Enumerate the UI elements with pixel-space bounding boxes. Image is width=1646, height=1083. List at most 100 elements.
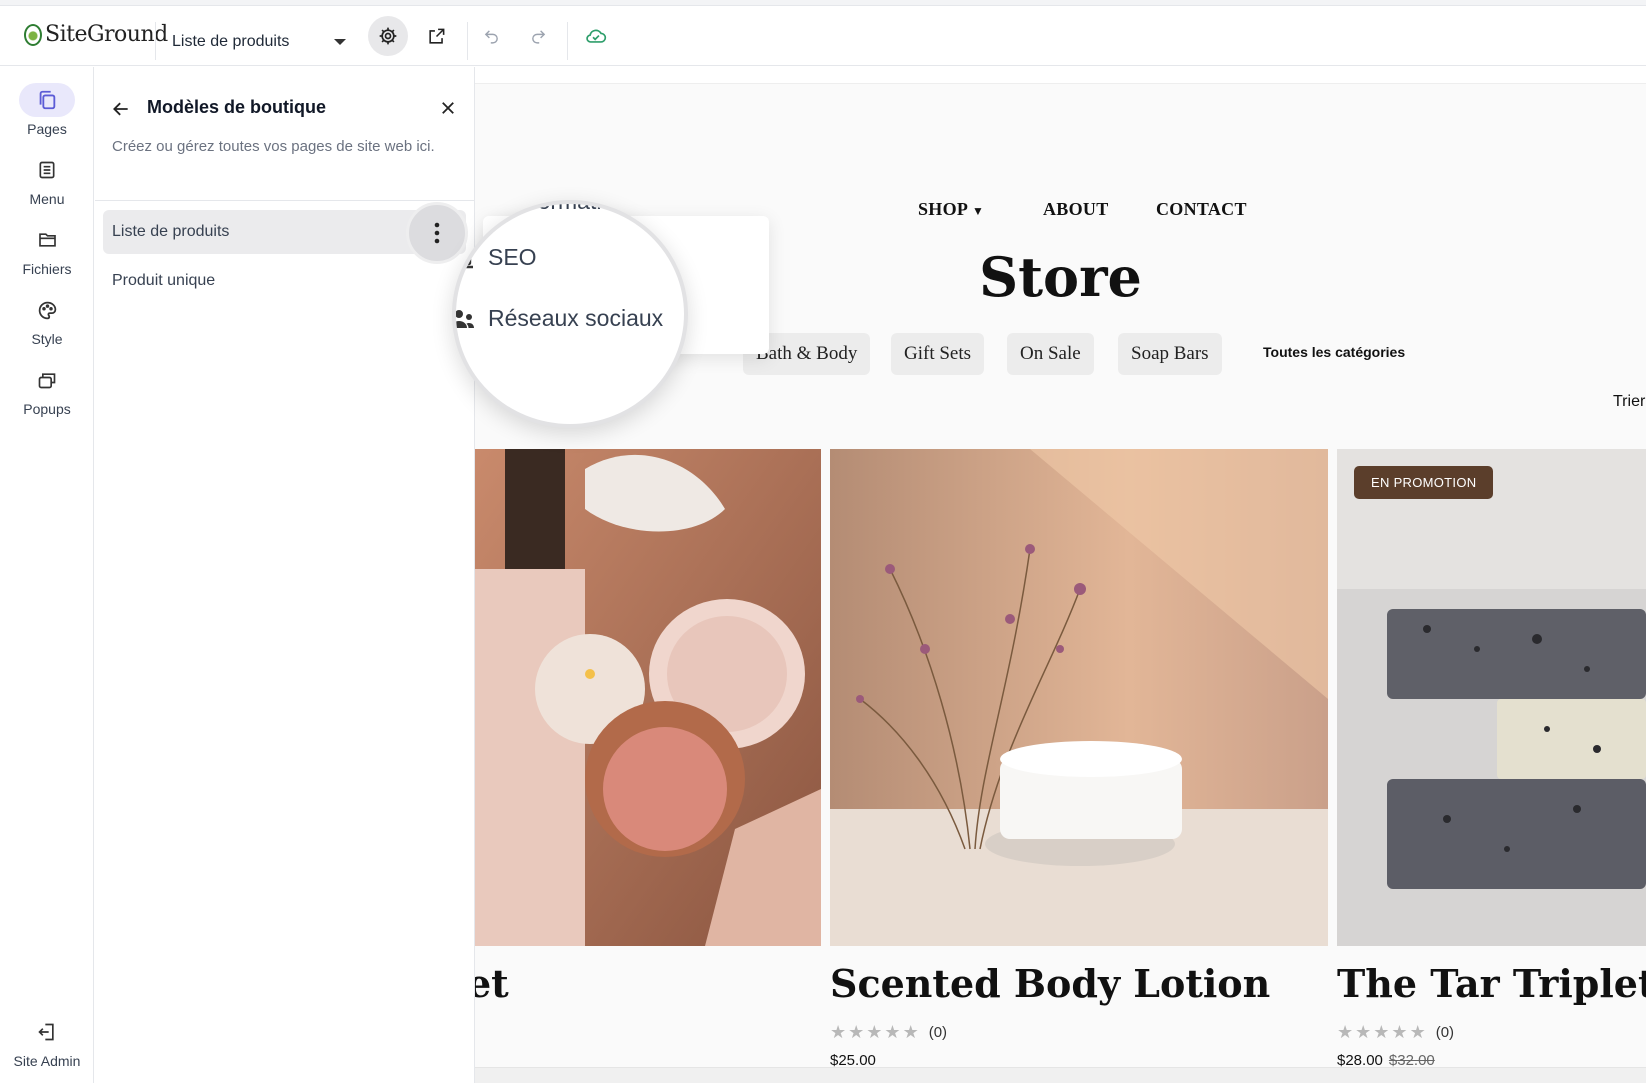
- sale-badge: EN PROMOTION: [1354, 466, 1494, 499]
- cloud-save-status[interactable]: [576, 16, 616, 56]
- open-external-button[interactable]: [416, 16, 456, 56]
- product-image-body-lotion[interactable]: [830, 449, 1328, 946]
- star-icon: ★: [884, 1022, 901, 1042]
- toolbar-divider: [567, 22, 568, 60]
- rail-label-popups: Popups: [23, 401, 71, 417]
- gear-icon: [379, 27, 397, 45]
- chevron-down-icon: [334, 39, 346, 45]
- style-icon-wrap: [19, 293, 75, 327]
- exit-admin-icon: [38, 1023, 54, 1041]
- product-title-body-lotion[interactable]: Scented Body Lotion: [830, 961, 1270, 1006]
- page-selector-dropdown[interactable]: Liste de produits: [172, 26, 350, 58]
- star-icon: ★: [902, 1022, 919, 1042]
- rail-label-menu: Menu: [29, 191, 65, 207]
- rail-label-pages: Pages: [27, 121, 67, 137]
- rating-count: (0): [928, 1024, 948, 1041]
- star-icon: ★: [1337, 1022, 1354, 1042]
- admin-icon-wrap: [19, 1015, 75, 1049]
- undo-icon: [484, 29, 498, 44]
- nav-shop-label: SHOP: [918, 199, 968, 219]
- rail-item-style[interactable]: Style: [0, 293, 94, 347]
- gift-set-photo: [475, 449, 821, 946]
- star-icon: ★: [866, 1022, 883, 1042]
- cloud-check-icon: [586, 29, 607, 43]
- template-row-label: Liste de produits: [112, 223, 230, 240]
- star-icon: ★: [1391, 1022, 1408, 1042]
- preview-top-strip: [475, 67, 1646, 84]
- menu-item-social[interactable]: Réseaux sociaux: [456, 305, 664, 332]
- panel-divider: [95, 200, 475, 201]
- preview-bottom-strip: [475, 1067, 1646, 1083]
- editor-toolbar: SiteGround Liste de produits: [0, 6, 1646, 66]
- rail-label-style: Style: [31, 331, 63, 347]
- menu-item-seo[interactable]: SEO: [456, 244, 537, 271]
- rail-item-site-admin[interactable]: Site Admin: [0, 1015, 94, 1069]
- rating-count: (0): [1435, 1024, 1455, 1041]
- tar-triplet-photo: [1337, 449, 1646, 946]
- popups-icon: [38, 373, 56, 389]
- rail-item-popups[interactable]: Popups: [0, 363, 94, 417]
- body-lotion-photo: [830, 449, 1328, 946]
- kebab-menu-icon: [434, 222, 440, 244]
- redo-button[interactable]: [518, 16, 558, 56]
- rating-stars-tar-triplet: ★ ★ ★ ★ ★ (0): [1337, 1022, 1454, 1043]
- panel-header: Modèles de boutique: [95, 87, 475, 127]
- nav-about[interactable]: ABOUT: [1043, 199, 1109, 220]
- product-image-tar-triplet[interactable]: EN PROMOTION: [1337, 449, 1646, 946]
- rail-item-files[interactable]: Fichiers: [0, 223, 94, 277]
- product-title-tar-triplet[interactable]: The Tar Triplet: [1337, 961, 1646, 1006]
- category-chip-on-sale[interactable]: On Sale: [1007, 333, 1094, 375]
- settings-button[interactable]: [368, 16, 408, 56]
- pages-icon: [39, 90, 56, 110]
- left-navigation-rail: Pages Menu Fichiers Style Popups Site Ad…: [0, 67, 94, 1083]
- caret-down-icon: ▼: [972, 204, 985, 218]
- product-image-gift-set[interactable]: [475, 449, 821, 946]
- back-arrow-icon[interactable]: [111, 99, 131, 119]
- rating-stars-body-lotion: ★ ★ ★ ★ ★ (0): [830, 1022, 947, 1043]
- all-categories-link[interactable]: Toutes les catégories: [1263, 344, 1405, 360]
- rail-label-files: Fichiers: [22, 261, 72, 277]
- category-chip-soap-bars[interactable]: Soap Bars: [1118, 333, 1222, 375]
- siteground-swirl-icon: [24, 23, 42, 46]
- star-icon: ★: [830, 1022, 847, 1042]
- menu-item-social-label: Réseaux sociaux: [488, 305, 664, 331]
- popups-icon-wrap: [19, 363, 75, 397]
- panel-description: Créez ou gérez toutes vos pages de site …: [112, 138, 435, 155]
- siteground-logo: SiteGround: [24, 22, 168, 47]
- page-selector-value: Liste de produits: [172, 33, 290, 50]
- zoom-magnifier: Information SEO Réseaux sociaux: [452, 200, 688, 428]
- shop-templates-panel: Modèles de boutique Créez ou gérez toute…: [95, 67, 475, 1083]
- rail-item-pages[interactable]: Pages: [0, 83, 94, 137]
- nav-contact[interactable]: CONTACT: [1156, 199, 1247, 220]
- sort-dropdown[interactable]: Trier: [1613, 393, 1645, 411]
- close-icon[interactable]: [439, 99, 457, 117]
- template-row-product-list[interactable]: Liste de produits: [103, 202, 468, 264]
- logo-text: SiteGround: [45, 22, 168, 47]
- external-link-icon: [428, 28, 444, 44]
- files-icon-wrap: [19, 223, 75, 257]
- palette-icon: [38, 301, 56, 319]
- undo-button[interactable]: [471, 16, 511, 56]
- menu-list-icon: [39, 161, 55, 179]
- template-row-label: Produit unique: [112, 272, 216, 289]
- folder-icon: [38, 233, 56, 247]
- toolbar-divider: [155, 22, 156, 60]
- rail-item-menu[interactable]: Menu: [0, 153, 94, 207]
- rail-label-site-admin: Site Admin: [13, 1053, 81, 1069]
- star-icon: ★: [1409, 1022, 1426, 1042]
- template-row-single-product[interactable]: Produit unique: [103, 259, 466, 303]
- panel-title: Modèles de boutique: [147, 97, 327, 117]
- toolbar-divider: [467, 22, 468, 60]
- menu-item-seo-label: SEO: [488, 244, 537, 270]
- star-icon: ★: [1355, 1022, 1372, 1042]
- star-icon: ★: [848, 1022, 865, 1042]
- people-group-icon: [456, 309, 474, 328]
- category-chip-gift-sets[interactable]: Gift Sets: [891, 333, 985, 375]
- nav-shop[interactable]: SHOP ▼: [918, 199, 984, 220]
- menu-icon-wrap: [19, 153, 75, 187]
- seo-icon: [456, 247, 473, 268]
- star-icon: ★: [1373, 1022, 1390, 1042]
- product-title-gift-set[interactable]: et: [475, 961, 509, 1006]
- pages-icon-wrap: [19, 83, 75, 117]
- redo-icon: [531, 29, 545, 44]
